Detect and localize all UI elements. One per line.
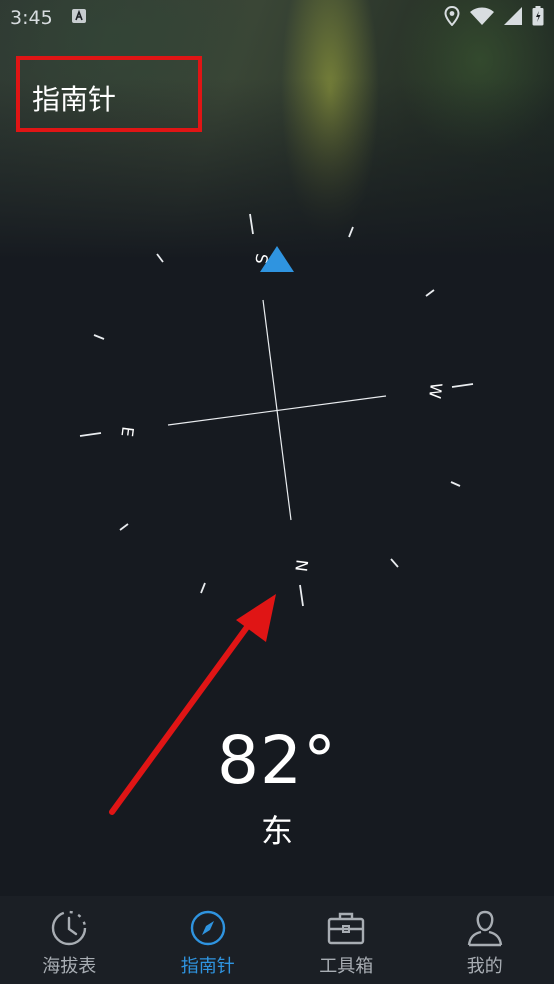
cardinal-east: E (117, 425, 137, 437)
tab-profile[interactable]: 我的 (416, 896, 554, 984)
toolbox-icon (328, 912, 365, 945)
signal-icon (504, 6, 522, 30)
status-bar: 3:45 (0, 0, 554, 36)
tab-compass[interactable]: 指南针 (139, 896, 278, 984)
cardinal-west: W (425, 382, 446, 400)
heading-direction: 东 (260, 812, 293, 850)
notification-a-icon (71, 7, 87, 29)
compass-dial: S W E N (79, 213, 474, 607)
compass-icon (190, 910, 225, 946)
wifi-icon (470, 7, 494, 30)
tab-toolbox[interactable]: 工具箱 (277, 896, 416, 984)
cardinal-north: N (291, 559, 311, 573)
tab-compass-label: 指南针 (180, 956, 235, 977)
bottom-tab-bar: 海拔表 指南针 工具箱 我的 (0, 896, 554, 984)
tab-toolbox-label: 工具箱 (319, 956, 374, 977)
compass-crosshair (167, 299, 387, 521)
tab-altimeter[interactable]: 海拔表 (0, 896, 139, 984)
page-title: 指南针 (32, 83, 117, 116)
tab-profile-label: 我的 (466, 956, 503, 977)
location-icon (444, 5, 460, 31)
altimeter-icon (52, 910, 87, 946)
battery-icon (532, 5, 544, 31)
heading-degrees: 82° (217, 722, 337, 799)
status-time: 3:45 (10, 7, 53, 29)
profile-icon (467, 910, 502, 947)
tab-altimeter-label: 海拔表 (42, 956, 97, 977)
